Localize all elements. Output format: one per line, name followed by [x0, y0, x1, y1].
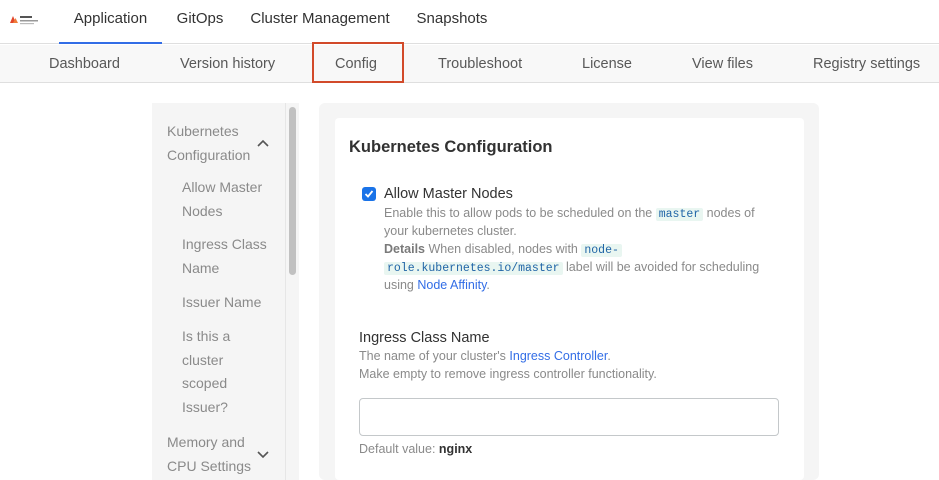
chevron-up-icon[interactable] [256, 138, 270, 148]
ingress-class-name-label: Ingress Class Name [359, 330, 490, 346]
sidebar-item-issuer-name[interactable]: Issuer Name [182, 291, 277, 315]
active-subtab-highlight [312, 42, 404, 83]
config-group-title: Kubernetes Configuration [349, 138, 553, 156]
ingress-class-name-input[interactable] [359, 398, 779, 436]
allow-master-nodes-details-line3: using Node Affinity. [384, 276, 490, 294]
subtab-troubleshoot[interactable]: Troubleshoot [438, 45, 522, 82]
help-text: nodes of [706, 206, 755, 220]
sidebar-item-ingress-class-name[interactable]: Ingress Class Name [182, 233, 277, 280]
tab-application[interactable]: Application [59, 0, 162, 44]
node-affinity-link[interactable]: Node Affinity [417, 278, 486, 292]
default-value-label: Default value: [359, 442, 436, 456]
default-value: nginx [438, 442, 473, 456]
sub-nav: Dashboard Version history Config Trouble… [0, 45, 939, 83]
subtab-view-files[interactable]: View files [692, 45, 753, 82]
top-nav: Application GitOps Cluster Management Sn… [0, 0, 939, 44]
allow-master-nodes-checkbox[interactable] [362, 187, 376, 201]
allow-master-nodes-details: Details When disabled, nodes with node- [384, 240, 622, 260]
sidebar-scrollbar[interactable] [285, 103, 299, 480]
allow-master-nodes-help: Enable this to allow pods to be schedule… [384, 204, 755, 224]
help-text: The name of your cluster's [359, 349, 506, 363]
sidebar-group-kubernetes-configuration[interactable]: Kubernetes Configuration [167, 119, 257, 167]
subtab-license[interactable]: License [582, 45, 632, 82]
allow-master-nodes-help-line2: your kubernetes cluster. [384, 224, 517, 238]
check-icon [364, 190, 374, 198]
config-sidebar: Kubernetes Configuration Allow Master No… [152, 103, 285, 480]
ingress-class-name-help: The name of your cluster's Ingress Contr… [359, 347, 611, 365]
help-text: using [384, 278, 414, 292]
tab-snapshots[interactable]: Snapshots [410, 0, 494, 44]
ingress-class-name-help-line2: Make empty to remove ingress controller … [359, 367, 657, 381]
logo[interactable] [9, 13, 41, 27]
code-node-role-path: role.kubernetes.io/master [384, 262, 563, 275]
help-text: . [486, 278, 490, 292]
sidebar-item-allow-master-nodes[interactable]: Allow Master Nodes [182, 176, 277, 223]
ingress-default-value: Default value: nginx [359, 442, 472, 456]
code-master: master [655, 208, 704, 221]
subtab-dashboard[interactable]: Dashboard [49, 45, 120, 82]
ingress-controller-link[interactable]: Ingress Controller [509, 349, 607, 363]
details-label: Details [384, 242, 425, 256]
allow-master-nodes-label: Allow Master Nodes [384, 186, 513, 202]
code-node-role: node- [581, 244, 622, 257]
chevron-down-icon[interactable] [256, 450, 270, 460]
help-text: Enable this to allow pods to be schedule… [384, 206, 653, 220]
subtab-version-history[interactable]: Version history [180, 45, 275, 82]
scrollbar-thumb[interactable] [289, 107, 296, 275]
help-text: When disabled, nodes with [428, 242, 578, 256]
sidebar-group-memory-cpu[interactable]: Memory and CPU Settings [167, 430, 257, 478]
tab-cluster-management[interactable]: Cluster Management [246, 0, 394, 44]
help-text: label will be avoided for scheduling [566, 260, 760, 274]
allow-master-nodes-details-line2: role.kubernetes.io/master label will be … [384, 258, 759, 278]
sidebar-item-cluster-scoped-issuer[interactable]: Is this a cluster scoped Issuer? [182, 325, 242, 419]
tab-gitops[interactable]: GitOps [170, 0, 230, 44]
help-text: . [607, 349, 611, 363]
subtab-registry-settings[interactable]: Registry settings [813, 45, 920, 82]
